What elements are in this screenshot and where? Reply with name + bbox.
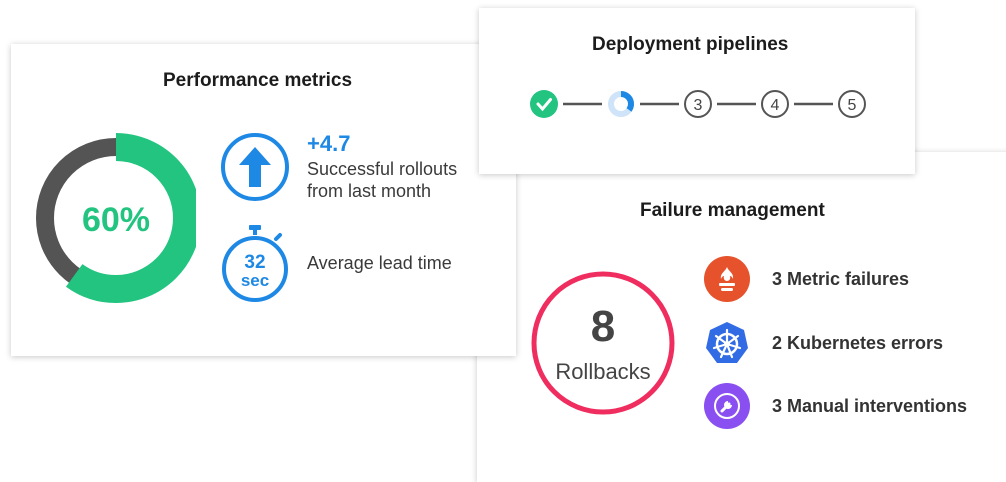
pipeline-step-2 — [608, 91, 634, 117]
rollout-success-donut: 60% — [36, 133, 196, 303]
manual-interventions-label: 3 Manual interventions — [772, 395, 968, 416]
pipeline-step-4: 4 — [761, 90, 789, 118]
metric-failures-item: 3 Metric failures — [704, 255, 909, 303]
wrench-icon — [704, 383, 750, 429]
lead-time-description: Average lead time — [307, 253, 452, 273]
deployment-pipelines-card: Deployment pipelines 345 — [479, 8, 915, 174]
performance-metrics-title: Performance metrics — [163, 70, 353, 91]
donut-percent-label: 60% — [82, 201, 150, 239]
rollbacks-label: Rollbacks — [555, 359, 650, 384]
kubernetes-icon — [704, 320, 750, 366]
step-number: 5 — [848, 97, 857, 114]
check-circle-icon — [530, 90, 558, 118]
kubernetes-errors-label: 2 Kubernetes errors — [772, 332, 944, 353]
rollbacks-count: 8 — [591, 302, 615, 351]
rollouts-value: +4.7 — [307, 131, 351, 156]
manual-interventions-item: 3 Manual interventions — [704, 382, 967, 430]
step-number: 4 — [771, 97, 780, 114]
metric-failures-label: 3 Metric failures — [772, 268, 910, 289]
pipeline-steps: 3 4 5 — [530, 90, 866, 118]
pipeline-step-1 — [530, 90, 558, 118]
pipeline-step-3: 3 — [684, 90, 712, 118]
failure-management-card: Failure management 8 Rollbacks 3 Metric … — [477, 152, 1006, 482]
stopwatch-icon: 32 sec — [222, 225, 288, 302]
failure-management-title: Failure management — [640, 200, 825, 221]
pipeline-step-5: 5 — [838, 90, 866, 118]
kubernetes-errors-item: 2 Kubernetes errors — [704, 319, 943, 367]
lead-time-unit: sec — [241, 271, 269, 290]
rollbacks-ring: 8 Rollbacks — [531, 271, 675, 415]
step-number: 3 — [694, 97, 703, 114]
performance-metrics-card: Performance metrics 60% +4.7 Successful … — [11, 44, 516, 356]
lead-time-value: 32 — [244, 252, 265, 273]
prometheus-icon — [704, 256, 750, 302]
arrow-up-icon — [221, 133, 289, 201]
